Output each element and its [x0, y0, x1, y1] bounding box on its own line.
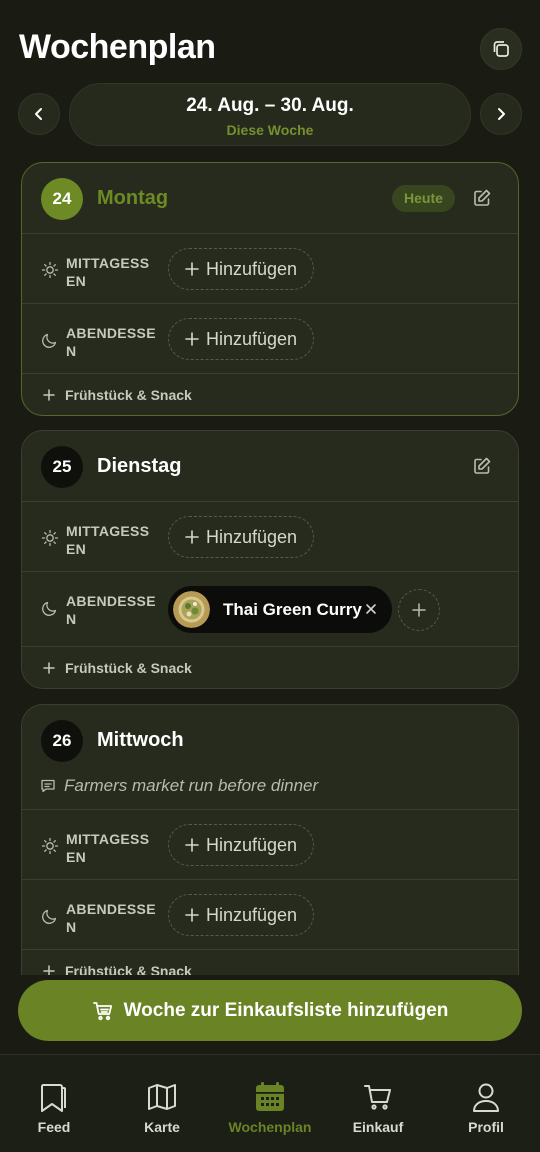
add-another-meal-button[interactable] — [398, 589, 440, 631]
day-header: 24 Montag Heute — [22, 163, 518, 233]
snack-label: Frühstück & Snack — [65, 962, 192, 976]
add-label: Hinzufügen — [205, 328, 298, 349]
add-meal-button[interactable]: Hinzufügen — [168, 894, 314, 936]
week-subtitle: Diese Woche — [226, 122, 314, 138]
add-week-to-shopping-list-button[interactable]: Woche zur Einkaufsliste hinzufügen — [18, 980, 522, 1041]
snack-label: Frühstück & Snack — [65, 659, 192, 676]
add-meal-button[interactable]: Hinzufügen — [168, 516, 314, 558]
nav-item-einkauf[interactable]: Einkauf — [324, 1081, 432, 1135]
moon-icon — [42, 601, 57, 616]
next-week-button[interactable] — [480, 93, 522, 135]
add-label: Hinzufügen — [205, 526, 298, 547]
note-text: Farmers market run before dinner — [64, 776, 319, 795]
nav-label: Feed — [37, 1119, 71, 1135]
meal-row-dinner: ABENDESSEN Hinzufügen — [22, 303, 518, 373]
user-icon — [473, 1083, 499, 1112]
nav-label: Einkauf — [352, 1119, 404, 1135]
sun-icon — [41, 837, 59, 855]
add-breakfast-snack-button[interactable]: Frühstück & Snack — [22, 373, 518, 415]
cta-label: Woche zur Einkaufsliste hinzufügen — [123, 999, 449, 1021]
sun-icon — [41, 529, 59, 547]
plus-icon — [185, 530, 199, 544]
day-list[interactable]: 24 Montag Heute MITTAGESSEN Hinzufügen A… — [0, 160, 540, 975]
recipe-chip[interactable]: Thai Green Curry — [168, 586, 392, 633]
nav-label: Profil — [468, 1119, 504, 1135]
day-number: 25 — [41, 446, 83, 488]
edit-icon — [474, 189, 491, 206]
add-meal-button[interactable]: Hinzufügen — [168, 318, 314, 360]
nav-label: Wochenplan — [228, 1119, 312, 1135]
add-label: Hinzufügen — [205, 258, 298, 279]
add-label: Hinzufügen — [205, 904, 298, 925]
meal-row-lunch: MITTAGESSEN Hinzufügen — [22, 809, 518, 879]
add-breakfast-snack-button[interactable]: Frühstück & Snack — [22, 949, 518, 975]
add-label: Hinzufügen — [205, 834, 298, 855]
plus-icon — [43, 388, 55, 401]
day-note[interactable]: Farmers market run before dinner — [40, 775, 318, 797]
edit-icon — [474, 457, 491, 474]
day-number: 24 — [41, 178, 83, 220]
add-meal-button[interactable]: Hinzufügen — [168, 248, 314, 290]
day-card-monday: 24 Montag Heute MITTAGESSEN Hinzufügen A… — [21, 162, 519, 416]
close-icon[interactable] — [364, 602, 378, 616]
add-meal-button[interactable]: Hinzufügen — [168, 824, 314, 866]
week-range: 24. Aug. – 30. Aug. — [186, 95, 354, 116]
meal-label: ABENDESSEN — [66, 593, 156, 627]
nav-label: Karte — [144, 1119, 180, 1135]
day-header: 26 Mittwoch Farmers market run before di… — [22, 705, 518, 795]
plus-icon — [185, 838, 199, 852]
recipe-thumbnail — [173, 591, 210, 628]
day-header: 25 Dienstag — [22, 431, 518, 501]
week-selector[interactable]: 24. Aug. – 30. Aug. Diese Woche — [69, 83, 471, 146]
meal-label: ABENDESSEN — [66, 901, 156, 935]
meal-row-lunch: MITTAGESSEN Hinzufügen — [22, 233, 518, 303]
calendar-icon — [256, 1082, 284, 1111]
plus-icon — [185, 332, 199, 346]
plus-icon — [185, 908, 199, 922]
plus-icon — [43, 661, 55, 674]
copy-week-button[interactable] — [480, 28, 522, 70]
map-icon — [148, 1084, 176, 1110]
nav-item-feed[interactable]: Feed — [0, 1081, 108, 1135]
moon-icon — [42, 909, 57, 924]
bookmark-icon — [40, 1084, 66, 1112]
page-title: Wochenplan — [19, 28, 216, 66]
day-card-tuesday: 25 Dienstag MITTAGESSEN Hinzufügen ABEND… — [21, 430, 519, 689]
meal-row-lunch: MITTAGESSEN Hinzufügen — [22, 501, 518, 571]
today-badge: Heute — [392, 185, 455, 212]
plus-icon — [185, 262, 199, 276]
meal-label: MITTAGESSEN — [66, 831, 150, 865]
snack-label: Frühstück & Snack — [65, 386, 192, 403]
meal-row-dinner: ABENDESSEN Hinzufügen — [22, 879, 518, 949]
chevron-left-icon — [35, 108, 42, 120]
day-number: 26 — [41, 720, 83, 762]
day-name: Montag — [97, 187, 169, 209]
edit-day-button[interactable] — [472, 188, 494, 210]
recipe-name: Thai Green Curry — [223, 599, 362, 619]
bottom-navigation: Feed Karte Wochenplan Einkauf Profil — [0, 1054, 540, 1152]
header: Wochenplan — [0, 0, 540, 80]
plus-icon — [412, 603, 426, 617]
day-card-wednesday: 26 Mittwoch Farmers market run before di… — [21, 704, 519, 975]
meal-label: MITTAGESSEN — [66, 523, 150, 557]
meal-row-dinner: ABENDESSEN Thai Green Curry — [22, 571, 518, 646]
nav-item-profil[interactable]: Profil — [432, 1081, 540, 1135]
cart-icon — [92, 1001, 112, 1020]
moon-icon — [42, 333, 57, 348]
add-breakfast-snack-button[interactable]: Frühstück & Snack — [22, 646, 518, 688]
sun-icon — [41, 261, 59, 279]
day-name: Mittwoch — [97, 729, 184, 751]
meal-label: MITTAGESSEN — [66, 255, 150, 289]
nav-item-wochenplan[interactable]: Wochenplan — [216, 1081, 324, 1135]
copy-icon — [493, 41, 509, 57]
edit-day-button[interactable] — [472, 456, 494, 478]
comment-icon — [41, 779, 55, 793]
chevron-right-icon — [498, 108, 505, 120]
nav-item-karte[interactable]: Karte — [108, 1081, 216, 1135]
cart-icon — [364, 1085, 391, 1110]
plus-icon — [43, 964, 55, 975]
meal-label: ABENDESSEN — [66, 325, 156, 359]
day-name: Dienstag — [97, 455, 182, 477]
previous-week-button[interactable] — [18, 93, 60, 135]
